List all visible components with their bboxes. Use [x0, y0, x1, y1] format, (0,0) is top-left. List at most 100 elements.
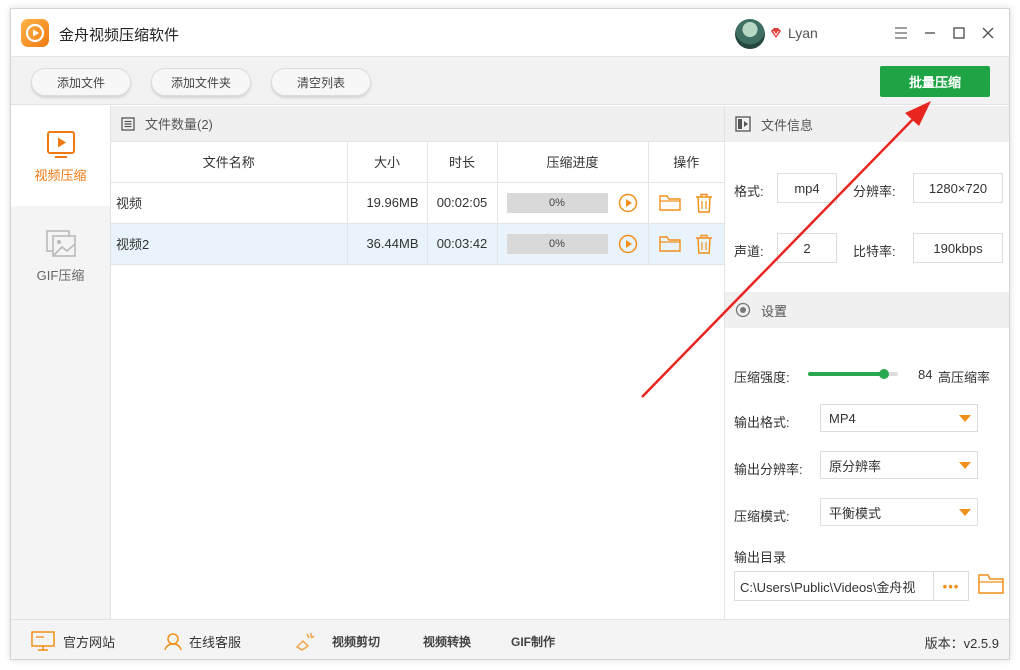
browse-more-button[interactable]: ••• [934, 571, 969, 601]
app-logo-icon [21, 19, 49, 47]
output-resolution-value: 原分辨率 [829, 458, 882, 474]
video-cut-link[interactable]: 视频剪切 [294, 620, 381, 659]
output-dir-label: 输出目录 [734, 550, 787, 565]
channel-label: 声道: [734, 244, 764, 259]
output-resolution-label: 输出分辨率: [734, 462, 803, 477]
compress-mode-value: 平衡模式 [829, 505, 882, 521]
output-format-value: MP4 [829, 410, 856, 426]
format-label: 格式: [734, 184, 764, 199]
play-icon[interactable] [618, 193, 638, 213]
sidebar-item-gif-compress[interactable]: GIF压缩 [11, 206, 110, 306]
output-format-select[interactable]: MP4 [820, 404, 978, 432]
toolbar: 添加文件 添加文件夹 清空列表 批量压缩 [11, 57, 1009, 105]
bitrate-label: 比特率: [853, 244, 896, 259]
compress-mode-label: 压缩模式: [734, 509, 790, 524]
file-count-header: 文件数量(2) [111, 106, 724, 142]
table-row[interactable]: 视频 19.96MB 00:02:05 0% [111, 182, 724, 224]
official-website-link[interactable]: 官方网站 [31, 620, 116, 659]
sidebar-item-video-compress[interactable]: 视频压缩 [11, 106, 110, 206]
format-value: mp4 [777, 173, 837, 203]
column-header-size: 大小 [347, 142, 428, 183]
file-size: 19.96MB [347, 182, 428, 224]
file-duration: 00:02:05 [427, 182, 498, 224]
file-info-icon [735, 116, 751, 132]
settings-radio-icon [735, 302, 751, 318]
app-title: 金舟视频压缩软件 [59, 27, 180, 44]
file-info-header: 文件信息 [725, 106, 1009, 142]
strength-label: 压缩强度: [734, 370, 790, 385]
chevron-down-icon [959, 509, 971, 516]
clear-list-button[interactable]: 清空列表 [271, 68, 371, 96]
close-icon[interactable] [976, 21, 1000, 45]
delete-icon[interactable] [695, 193, 713, 213]
add-folder-button[interactable]: 添加文件夹 [151, 68, 251, 96]
compress-mode-select[interactable]: 平衡模式 [820, 498, 978, 526]
strength-slider-fill [808, 372, 884, 376]
progress-bar: 0% [506, 192, 608, 213]
resolution-label: 分辨率: [853, 184, 896, 199]
settings-title: 设置 [761, 303, 788, 319]
file-info-title: 文件信息 [761, 117, 814, 133]
image-icon [45, 229, 76, 257]
file-list-panel: 文件数量(2) 文件名称 大小 时长 压缩进度 操作 视频 19.96MB 00… [111, 106, 724, 619]
monitor-icon [31, 631, 55, 651]
menu-icon[interactable] [889, 21, 913, 45]
sidebar-item-label: 视频压缩 [34, 167, 87, 183]
folder-icon[interactable] [659, 194, 681, 212]
video-convert-link[interactable]: 视频转换 [423, 620, 471, 659]
official-website-label: 官方网站 [63, 634, 116, 650]
strength-value: 84 [918, 367, 933, 382]
hand-megaphone-icon [295, 633, 315, 651]
file-duration: 00:03:42 [427, 223, 498, 265]
video-play-icon [46, 130, 75, 158]
strength-description: 高压缩率 [938, 370, 991, 385]
strength-slider[interactable] [808, 369, 898, 379]
column-header-duration: 时长 [427, 142, 498, 183]
progress-bar: 0% [506, 233, 608, 254]
user-avatar[interactable] [735, 19, 765, 49]
actions-cell [648, 182, 724, 224]
file-table: 文件名称 大小 时长 压缩进度 操作 视频 19.96MB 00:02:05 0… [111, 142, 724, 265]
file-name: 视频2 [111, 223, 348, 265]
file-count-label: 文件数量(2) [145, 117, 213, 132]
column-header-name: 文件名称 [111, 142, 348, 183]
output-dir-input[interactable]: C:\Users\Public\Videos\金舟视 [734, 571, 934, 601]
play-icon[interactable] [618, 234, 638, 254]
gif-make-link[interactable]: GIF制作 [511, 620, 555, 659]
open-folder-icon[interactable] [978, 573, 1004, 595]
username[interactable]: Lyan [788, 25, 818, 41]
maximize-icon[interactable] [947, 21, 971, 45]
version-label: 版本：v2.5.9 [924, 636, 999, 651]
title-bar: 金舟视频压缩软件 Lyan [11, 9, 1009, 57]
table-header-row: 文件名称 大小 时长 压缩进度 操作 [111, 142, 724, 183]
online-support-link[interactable]: 在线客服 [163, 620, 242, 659]
online-support-label: 在线客服 [189, 634, 242, 650]
actions-cell [648, 223, 724, 265]
table-row[interactable]: 视频2 36.44MB 00:03:42 0% [111, 223, 724, 265]
sidebar: 视频压缩 GIF压缩 [11, 106, 111, 619]
column-header-actions: 操作 [648, 142, 724, 183]
file-size: 36.44MB [347, 223, 428, 265]
resolution-value: 1280×720 [913, 173, 1003, 203]
file-name: 视频 [111, 182, 348, 224]
vip-diamond-icon [771, 28, 781, 38]
progress-cell: 0% [497, 223, 649, 265]
right-panel: 文件信息 格式: mp4 分辨率: 1280×720 声道: 2 比特率: 19… [724, 106, 1009, 619]
add-file-button[interactable]: 添加文件 [31, 68, 131, 96]
video-cut-label: 视频剪切 [332, 634, 381, 649]
bitrate-value: 190kbps [913, 233, 1003, 263]
channel-value: 2 [777, 233, 837, 263]
folder-icon[interactable] [659, 235, 681, 253]
strength-slider-handle[interactable] [878, 369, 889, 379]
chevron-down-icon [959, 462, 971, 469]
chevron-down-icon [959, 415, 971, 422]
output-resolution-select[interactable]: 原分辨率 [820, 451, 978, 479]
batch-compress-button[interactable]: 批量压缩 [880, 66, 990, 97]
list-icon [121, 116, 135, 131]
app-window: 金舟视频压缩软件 Lyan 添加文件 添加文件夹 清空列表 批量压缩 视频压缩 … [10, 8, 1010, 660]
delete-icon[interactable] [695, 234, 713, 254]
customer-service-icon [164, 633, 182, 651]
output-format-label: 输出格式: [734, 415, 790, 430]
minimize-icon[interactable] [918, 21, 942, 45]
sidebar-item-label: GIF压缩 [36, 267, 85, 283]
